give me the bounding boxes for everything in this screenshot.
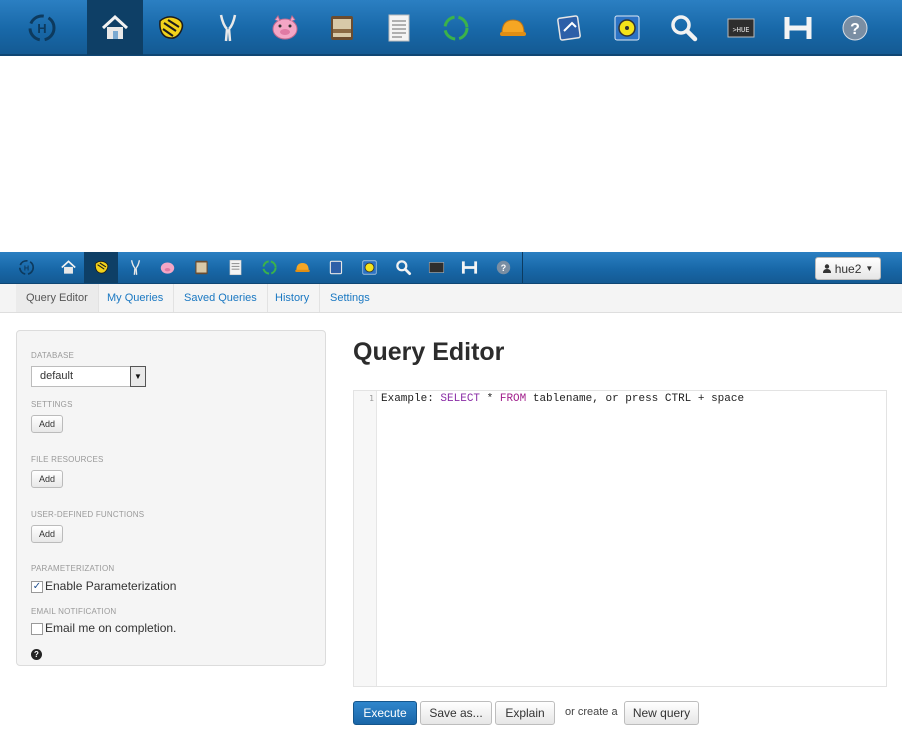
hue-logo-icon[interactable]: H	[9, 252, 43, 283]
navbar-divider	[522, 252, 523, 283]
svg-text:?: ?	[850, 21, 860, 38]
question-circle-icon[interactable]: ?	[31, 649, 42, 660]
job-browser-icon[interactable]	[371, 0, 427, 55]
beeswax-hive-icon[interactable]	[143, 0, 199, 55]
tab-my-queries[interactable]: My Queries	[97, 284, 175, 312]
add-setting-button[interactable]: Add	[31, 415, 63, 433]
pig-icon[interactable]	[257, 0, 313, 55]
impala-icon[interactable]	[118, 252, 152, 283]
svg-text:>HUE: >HUE	[733, 26, 750, 34]
home-icon[interactable]	[51, 252, 85, 283]
save-as-button[interactable]: Save as...	[420, 701, 492, 725]
new-query-button[interactable]: New query	[624, 701, 699, 725]
tab-settings[interactable]: Settings	[320, 284, 380, 312]
execute-button[interactable]: Execute	[353, 701, 417, 725]
pig-icon[interactable]	[150, 252, 184, 283]
parameterization-label: PARAMETERIZATION	[31, 564, 115, 573]
email-completion-checkbox[interactable]	[31, 623, 43, 635]
email-notification-label: EMAIL NOTIFICATION	[31, 607, 117, 616]
sqoop-icon[interactable]	[599, 0, 655, 55]
collection-icon[interactable]	[319, 252, 353, 283]
tab-saved-queries[interactable]: Saved Queries	[174, 284, 268, 312]
home-icon[interactable]	[87, 0, 143, 55]
search-icon[interactable]	[386, 252, 420, 283]
database-select[interactable]: default	[31, 366, 146, 387]
hbase-hardhat-icon[interactable]	[285, 252, 319, 283]
file-browser-icon[interactable]	[314, 0, 370, 55]
shell-icon[interactable]: >HUE	[713, 0, 769, 55]
add-file-resource-button[interactable]: Add	[31, 470, 63, 488]
tab-query-editor[interactable]: Query Editor	[16, 284, 99, 312]
explain-button[interactable]: Explain	[495, 701, 555, 725]
help-icon[interactable]: ?	[486, 252, 520, 283]
add-udf-button[interactable]: Add	[31, 525, 63, 543]
hbase-hardhat-icon[interactable]	[485, 0, 541, 55]
svg-text:H: H	[37, 21, 46, 36]
settings-label: SETTINGS	[31, 400, 73, 409]
oozie-icon[interactable]	[252, 252, 286, 283]
keyword-from: FROM	[499, 393, 527, 405]
user-name: hue2	[834, 261, 862, 276]
page-title: Query Editor	[353, 338, 505, 366]
query-editor[interactable]: 1 Example: SELECT * FROM tablename, or p…	[353, 390, 887, 687]
shell-icon[interactable]	[419, 252, 453, 283]
user-icon	[822, 264, 831, 273]
oozie-icon[interactable]	[428, 0, 484, 55]
hue-logo-icon[interactable]: H	[14, 0, 70, 55]
keyword-select: SELECT	[440, 393, 481, 405]
or-create-text: or create a	[565, 706, 618, 718]
svg-text:H: H	[23, 263, 28, 272]
enable-parameterization-label: Enable Parameterization	[45, 579, 177, 593]
line-number: 1	[369, 394, 374, 403]
impala-icon[interactable]	[200, 0, 256, 55]
editor-gutter: 1	[354, 391, 377, 686]
collection-icon[interactable]	[542, 0, 598, 55]
placeholder-star: *	[480, 393, 500, 405]
job-browser-icon[interactable]	[218, 252, 252, 283]
help-icon[interactable]: ?	[827, 0, 883, 55]
editor-placeholder[interactable]: Example: SELECT * FROM tablename, or pre…	[381, 393, 744, 405]
caret-down-icon: ▼	[865, 264, 874, 273]
email-completion-label: Email me on completion.	[45, 621, 177, 635]
user-menu-button[interactable]: hue2 ▼	[815, 257, 881, 280]
query-sidebar: DATABASE default ▼ SETTINGS Add FILE RES…	[16, 330, 326, 666]
top-toolbar: H >HUE ?	[0, 0, 902, 56]
beeswax-hive-icon[interactable]	[84, 252, 118, 283]
search-icon[interactable]	[656, 0, 712, 55]
app-navbar: H ?	[0, 252, 902, 284]
database-label: DATABASE	[31, 351, 75, 360]
hue-h-icon[interactable]	[770, 0, 826, 55]
hue-h-icon[interactable]	[452, 252, 486, 283]
svg-text:?: ?	[500, 263, 505, 273]
enable-parameterization-checkbox[interactable]: ✓	[31, 581, 43, 593]
tab-history[interactable]: History	[265, 284, 321, 312]
subnav: Query Editor My Queries Saved Queries Hi…	[0, 284, 902, 313]
placeholder-suffix: tablename, or press CTRL + space	[526, 393, 745, 405]
file-browser-icon[interactable]	[184, 252, 218, 283]
udf-label: USER-DEFINED FUNCTIONS	[31, 510, 145, 519]
file-resources-label: FILE RESOURCES	[31, 455, 104, 464]
placeholder-prefix: Example:	[381, 393, 441, 405]
sqoop-icon[interactable]	[352, 252, 386, 283]
chevron-down-icon[interactable]: ▼	[130, 366, 146, 387]
